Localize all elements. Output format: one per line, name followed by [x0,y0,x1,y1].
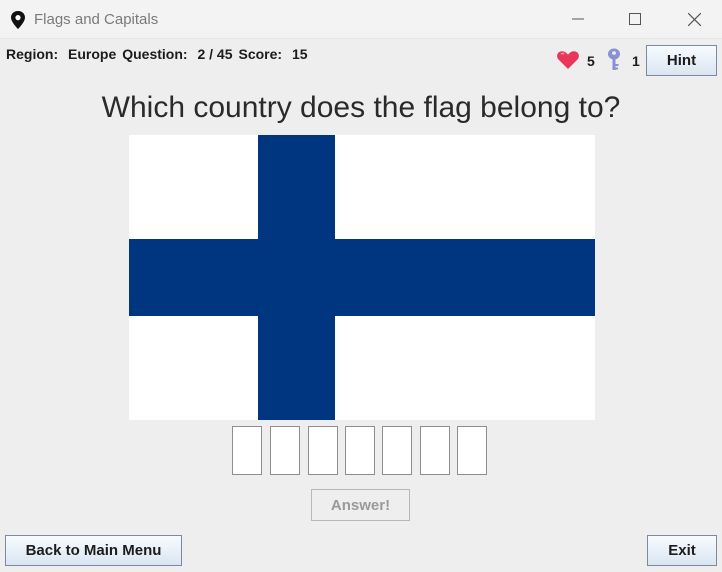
exit-button[interactable]: Exit [647,535,717,566]
flag-image [129,135,595,420]
heart-icon [557,51,579,69]
answer-letter-box[interactable] [232,426,262,475]
status-bar: Region: Europe Question: 2 / 45 Score: 15 [6,46,314,62]
region-value: Europe [68,46,117,62]
score-label: Score: [238,46,283,62]
answer-letter-box[interactable] [382,426,412,475]
title-bar: Flags and Capitals [0,0,722,39]
answer-letter-box[interactable] [270,426,300,475]
minimize-button[interactable] [550,0,606,38]
minimize-icon [572,18,584,20]
lives-count: 5 [587,53,595,69]
key-icon [608,48,620,70]
maximize-icon [629,13,641,25]
score-value: 15 [291,46,308,62]
back-to-main-menu-button[interactable]: Back to Main Menu [5,535,182,566]
close-button[interactable] [666,0,722,38]
region-label: Region: [6,46,59,62]
question-label: Question: [122,46,188,62]
question-text: Which country does the flag belong to? [101,91,621,124]
hint-button[interactable]: Hint [646,45,717,76]
keys-count: 1 [632,53,640,69]
maximize-button[interactable] [607,0,663,38]
answer-letter-box[interactable] [457,426,487,475]
close-icon [687,12,701,26]
window-title: Flags and Capitals [34,11,159,28]
location-pin-icon [11,11,25,29]
answer-letter-box[interactable] [308,426,338,475]
answer-letter-box[interactable] [420,426,450,475]
answer-letter-box[interactable] [345,426,375,475]
answer-button[interactable]: Answer! [311,489,410,521]
question-value: 2 / 45 [197,46,233,62]
